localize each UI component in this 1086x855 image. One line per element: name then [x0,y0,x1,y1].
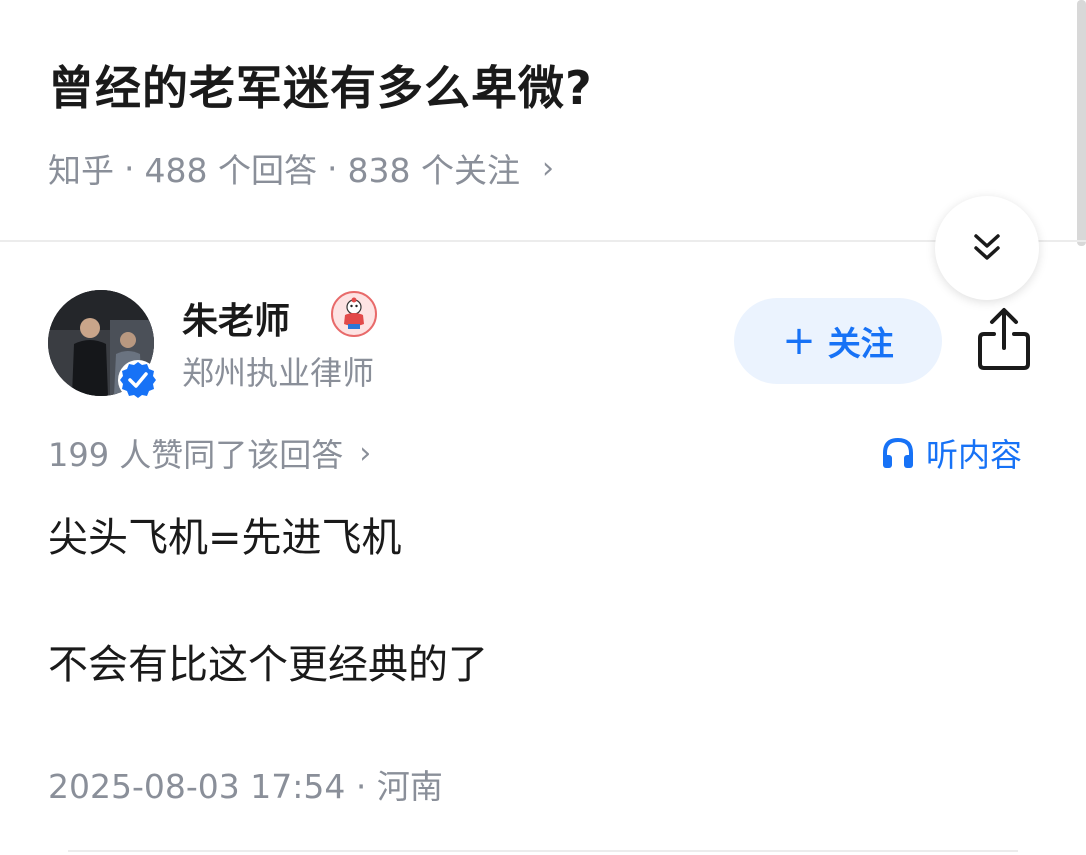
follow-button[interactable]: + 关注 [734,298,942,384]
answer-count: 488 个回答 [144,151,317,190]
chevron-right-icon: › [541,150,554,186]
divider [0,240,1086,242]
listen-button[interactable]: 听内容 [880,430,1022,476]
answer-text-line: 不会有比这个更经典的了 [48,642,488,688]
collapse-button[interactable] [935,196,1039,300]
double-chevron-down-icon [974,234,1000,260]
question-meta[interactable]: 知乎 · 488 个回答 · 838 个关注 › [48,144,554,192]
question-title[interactable]: 曾经的老军迷有多么卑微? [48,52,593,118]
author-bio: 郑州执业律师 [182,354,375,392]
answer-date: 2025-08-03 17:54 · 河南 [48,767,443,806]
chevron-right-icon: › [359,435,372,471]
source-label: 知乎 [48,151,114,190]
follow-label: 关注 [827,324,894,363]
divider [68,850,1018,852]
share-icon[interactable] [972,304,1036,376]
headphones-icon [883,437,913,468]
plus-icon: + [782,318,816,364]
listen-label: 听内容 [926,436,1023,474]
verified-check-icon [118,360,158,400]
author-name[interactable]: 朱老师 [182,292,290,344]
vote-count-label: 199 人赞同了该回答 [48,436,344,474]
badge-emblem-icon[interactable] [330,290,378,338]
follower-count: 838 个关注 [347,151,520,190]
meta-separator: · [326,148,338,188]
vote-count[interactable]: 199 人赞同了该回答 › [48,430,371,476]
scrollbar[interactable] [1077,0,1086,246]
meta-separator: · [124,148,135,188]
answer-text-line: 尖头飞机=先进飞机 [48,515,402,561]
